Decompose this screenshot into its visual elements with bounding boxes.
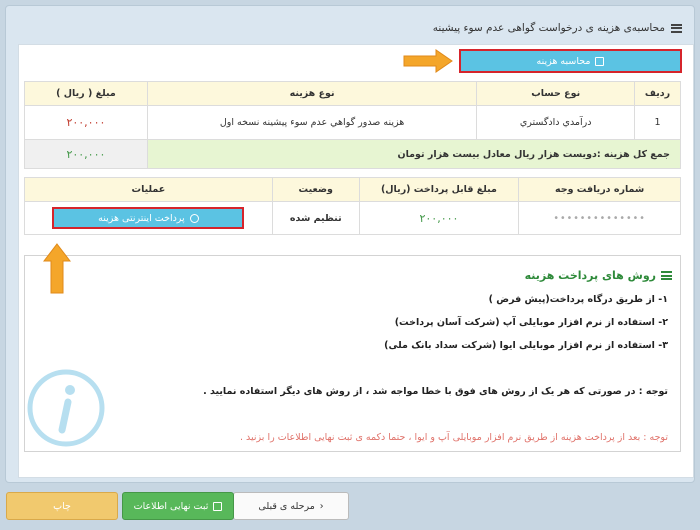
calculate-cost-label: محاسبه هزینه [536,55,591,67]
cell-status: تنظیم شده [271,201,360,235]
calculate-cost-button[interactable]: محاسبه هزینه [459,49,682,73]
method-item: ۲- استفاده از نرم افزار موبایلی آپ (شرکت… [394,317,668,328]
costs-table: ردیف نوع حساب نوع هزینه مبلغ ( ریال ) 1 … [24,81,682,169]
page-title: محاسبه‌ی هزینه ی درخواست گواهی عدم سوء پ… [432,22,665,34]
cell-account: درآمدي دادگستري [476,105,636,140]
cell-amount: ۲۰۰,۰۰۰ [24,105,148,140]
col-header-row: ردیف [634,81,681,106]
total-row: جمع کل هزینه :دویست هزار ریال معادل بیست… [24,139,682,169]
costs-header-row: ردیف نوع حساب نوع هزینه مبلغ ( ریال ) [24,81,681,106]
col-header-receipt: شماره دریافت وجه [518,177,681,202]
payment-table: شماره دریافت وجه مبلغ قابل پرداخت (ریال)… [24,177,681,235]
chevron-right-icon: ‹ [319,500,324,512]
browser-icon [189,213,199,223]
final-submit-label: ثبت نهایی اطلاعات [133,500,209,512]
col-header-status: وضعیت [271,177,360,202]
cell-payable-amount: ۲۰۰,۰۰۰ [358,201,520,235]
payment-methods-panel: روش های پرداخت هزینه ۱- از طریق درگاه پر… [24,255,681,452]
arrow-right-icon [403,49,453,73]
method-item: ۳- استفاده از نرم افزار موبایلی ایوا (شر… [384,340,668,351]
final-submit-button[interactable]: ثبت نهایی اطلاعات [122,492,234,520]
cell-row: 1 [634,105,681,140]
total-amount: ۲۰۰,۰۰۰ [24,139,148,169]
table-row: 1 درآمدي دادگستري هزينه صدور گواهي عدم س… [24,105,681,140]
print-label: چاپ [53,500,71,512]
online-payment-label: پرداخت اینترنتی هزینه [98,212,185,224]
info-icon [27,369,105,447]
col-header-account: نوع حساب [476,81,636,106]
list-icon [671,23,682,33]
methods-title-text: روش های پرداخت هزینه [524,269,656,282]
note-final-submit: توجه : بعد از پرداخت هزینه از طریق نرم ا… [240,432,668,443]
footer-bar: ‹ مرحله ی قبلی ثبت نهایی اطلاعات چاپ [0,486,700,530]
total-label: جمع کل هزینه :دویست هزار ریال معادل بیست… [146,139,682,169]
col-header-amount: مبلغ ( ریال ) [24,81,148,106]
previous-step-button[interactable]: ‹ مرحله ی قبلی [233,492,349,520]
methods-title: روش های پرداخت هزینه [525,269,672,282]
cell-actions: پرداخت اینترنتی هزینه [24,201,273,235]
calculator-icon [595,56,605,66]
print-button[interactable]: چاپ [6,492,118,520]
table-row: •••••••••••••• ۲۰۰,۰۰۰ تنظیم شده پرداخت … [24,201,681,235]
method-item: ۱- از طریق درگاه پرداخت(پیش فرض ) [488,294,668,305]
col-header-payable: مبلغ قابل پرداخت (ریال) [358,177,520,202]
col-header-actions: عملیات [24,177,273,202]
previous-step-label: مرحله ی قبلی [258,500,315,512]
online-payment-button[interactable]: پرداخت اینترنتی هزینه [52,207,245,229]
cell-cost-type: هزينه صدور گواهي عدم سوء پيشينه نسخه اول [146,105,478,140]
list-icon [661,271,672,280]
page-header: محاسبه‌ی هزینه ی درخواست گواهی عدم سوء پ… [433,18,682,38]
payment-header-row: شماره دریافت وجه مبلغ قابل پرداخت (ریال)… [24,177,681,202]
arrow-up-icon [43,243,71,294]
note-retry: توجه : در صورتی که هر یک از روش های فوق … [203,386,668,397]
cell-receipt-number: •••••••••••••• [518,201,681,235]
col-header-cost-type: نوع هزینه [146,81,478,106]
save-icon [213,501,223,511]
